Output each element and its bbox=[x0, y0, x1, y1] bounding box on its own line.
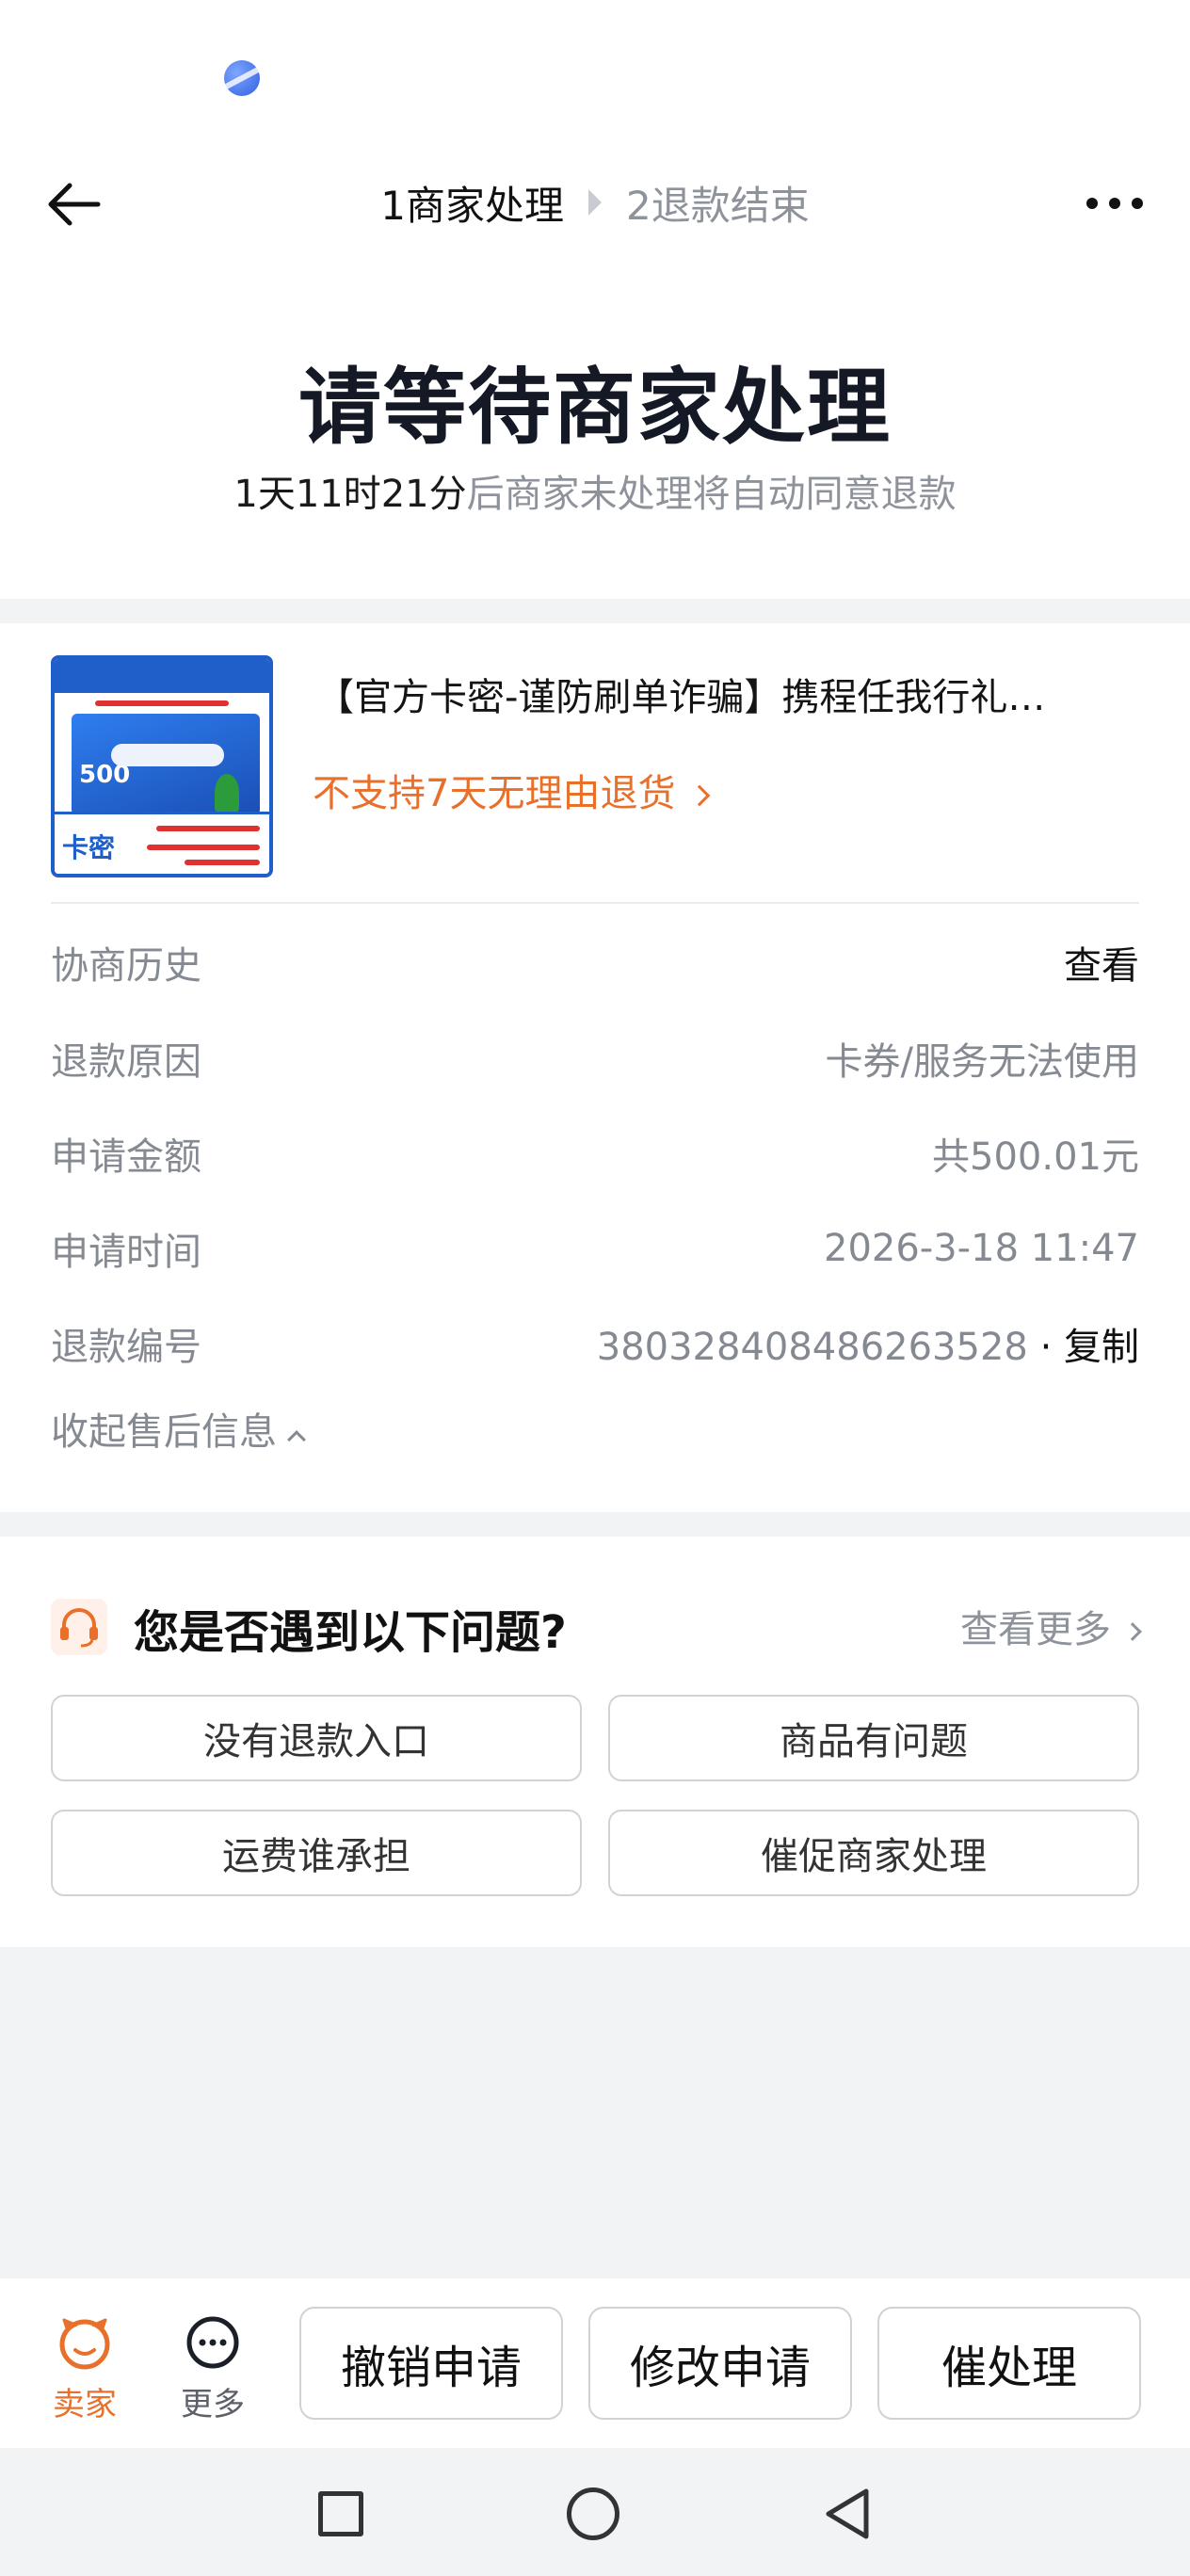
refund-detail-card: 500 卡密 【官方卡密-谨防刷单诈骗】携程任我行礼… 不支持7天无理由退货 协… bbox=[0, 623, 1190, 1512]
urge-processing-button[interactable]: 催处理 bbox=[877, 2307, 1141, 2420]
see-more-link[interactable]: 查看更多 bbox=[960, 1599, 1142, 1653]
page-title: 请等待商家处理 bbox=[298, 359, 892, 456]
shipping-fee-button[interactable]: 运费谁承担 bbox=[51, 1810, 582, 1896]
help-section: 您是否遇到以下问题? 查看更多 没有退款入口 商品有问题 运费谁承担 催促商家处… bbox=[0, 1537, 1190, 1947]
more-options-button[interactable] bbox=[1077, 175, 1152, 232]
countdown-timer: 1天11时21分 bbox=[233, 473, 467, 516]
chevron-right-icon bbox=[689, 784, 711, 807]
status-hero: 请等待商家处理 1天11时21分后商家未处理将自动同意退款 bbox=[0, 254, 1190, 599]
urge-merchant-button[interactable]: 催促商家处理 bbox=[608, 1810, 1139, 1896]
chevron-up-icon bbox=[287, 1430, 306, 1449]
customer-service-icon bbox=[51, 1599, 107, 1655]
return-policy-link[interactable]: 不支持7天无理由退货 bbox=[313, 763, 711, 817]
dot-icon bbox=[1086, 198, 1098, 209]
amount-row: 申请金额 共500.01元 bbox=[51, 1135, 1139, 1179]
history-row: 协商历史 查看 bbox=[51, 934, 1139, 990]
step-merchant-processing: 1商家处理 bbox=[380, 182, 564, 229]
divider bbox=[51, 902, 1139, 904]
no-refund-entry-button[interactable]: 没有退款入口 bbox=[51, 1695, 582, 1781]
status-bar bbox=[0, 0, 1190, 151]
back-triangle-icon[interactable] bbox=[821, 2486, 874, 2542]
view-history-link[interactable]: 查看 bbox=[1064, 935, 1139, 990]
product-thumbnail[interactable]: 500 卡密 bbox=[51, 655, 273, 877]
recents-square-icon[interactable] bbox=[318, 2491, 363, 2536]
auto-refund-notice: 1天11时21分后商家未处理将自动同意退款 bbox=[0, 463, 1190, 518]
seller-tab[interactable]: 卖家 bbox=[38, 2314, 132, 2424]
seller-face-icon bbox=[59, 2318, 110, 2370]
plane-icon bbox=[111, 744, 224, 766]
cancel-request-button[interactable]: 撤销申请 bbox=[299, 2307, 563, 2420]
collapse-aftersale-toggle[interactable]: 收起售后信息 bbox=[51, 1401, 306, 1456]
refund-number: 380328408486263528 bbox=[596, 1326, 1028, 1369]
chevron-right-icon bbox=[1123, 1622, 1142, 1641]
system-nav-bar bbox=[0, 2448, 1190, 2576]
thumb-tag: 卡密 bbox=[62, 832, 116, 863]
header: 1商家处理 2退款结束 bbox=[0, 151, 1190, 254]
reason-row: 退款原因 卡券/服务无法使用 bbox=[51, 1040, 1139, 1084]
progress-steps: 1商家处理 2退款结束 bbox=[0, 171, 1190, 233]
modify-request-button[interactable]: 修改申请 bbox=[588, 2307, 852, 2420]
home-circle-icon[interactable] bbox=[567, 2487, 619, 2540]
dot-icon bbox=[1109, 198, 1120, 209]
time-row: 申请时间 2026-3-18 11:47 bbox=[51, 1227, 1139, 1274]
product-title[interactable]: 【官方卡密-谨防刷单诈骗】携程任我行礼… bbox=[316, 667, 1126, 721]
step-refund-complete: 2退款结束 bbox=[626, 182, 810, 229]
product-issue-button[interactable]: 商品有问题 bbox=[608, 1695, 1139, 1781]
more-circle-icon bbox=[186, 2316, 239, 2369]
refund-number-row: 退款编号 380328408486263528 · 复制 bbox=[51, 1326, 1139, 1369]
more-tab[interactable]: 更多 bbox=[166, 2314, 260, 2424]
copy-button[interactable]: · 复制 bbox=[1040, 1326, 1139, 1369]
step-arrow-icon bbox=[588, 189, 602, 216]
planet-status-icon bbox=[224, 60, 260, 96]
countdown-suffix: 后商家未处理将自动同意退款 bbox=[466, 473, 957, 516]
dot-icon bbox=[1132, 198, 1143, 209]
bottom-action-bar: 卖家 更多 撤销申请 修改申请 催处理 bbox=[0, 2278, 1190, 2448]
help-title: 您是否遇到以下问题? bbox=[134, 1606, 567, 1659]
